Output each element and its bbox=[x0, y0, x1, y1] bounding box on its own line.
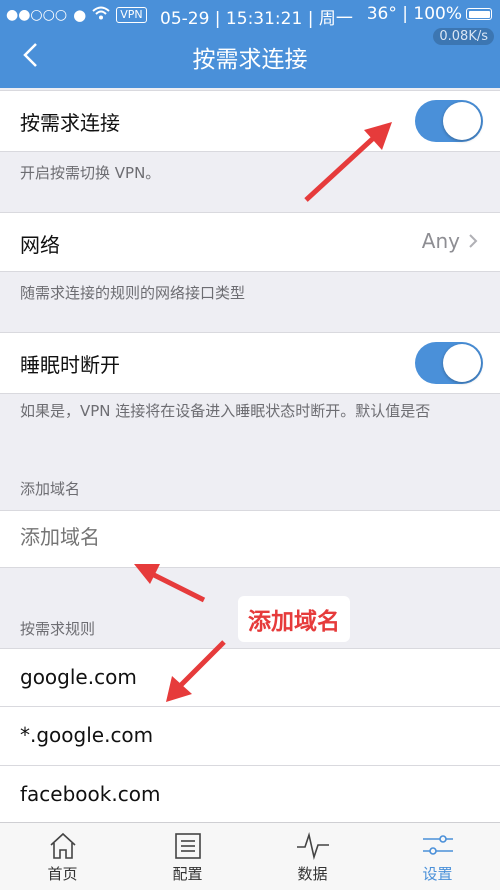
network-label: 网络 bbox=[20, 233, 60, 257]
page-title: 按需求连接 bbox=[192, 47, 308, 73]
temp-battery-text: 36° | 100% bbox=[366, 4, 462, 24]
annotation-callout: 添加域名 bbox=[238, 596, 350, 642]
tab-label: 配置 bbox=[172, 865, 203, 883]
tab-settings[interactable]: 设置 bbox=[375, 823, 500, 890]
battery-icon bbox=[466, 8, 492, 20]
on-demand-row: 按需求连接 bbox=[0, 90, 500, 152]
rule-item[interactable]: facebook.com bbox=[0, 766, 500, 822]
settings-content[interactable]: 按需求连接 开启按需切换 VPN。 网络 Any 随需求连接的规则的网络接口类型… bbox=[0, 88, 500, 822]
list-icon bbox=[174, 833, 201, 859]
network-row[interactable]: 网络 Any bbox=[0, 212, 500, 272]
tab-data[interactable]: 数据 bbox=[250, 823, 375, 890]
apple-icon: ● bbox=[73, 5, 87, 24]
add-domain-row bbox=[0, 510, 500, 568]
tab-label: 数据 bbox=[297, 865, 328, 883]
status-bar: ●●○○○ ● VPN 05-29 | 15:31:21 | 周一 36° | … bbox=[0, 0, 500, 30]
rule-item[interactable]: *.google.com bbox=[0, 707, 500, 766]
sleep-toggle[interactable] bbox=[415, 342, 483, 384]
annotation-arrow bbox=[134, 564, 206, 603]
tab-label: 设置 bbox=[422, 865, 453, 883]
sliders-icon bbox=[422, 835, 453, 855]
annotation-arrow bbox=[166, 640, 226, 702]
tab-config[interactable]: 配置 bbox=[125, 823, 250, 890]
home-icon bbox=[49, 832, 76, 859]
add-domain-header: 添加域名 bbox=[20, 480, 81, 498]
on-demand-label: 按需求连接 bbox=[20, 111, 120, 135]
on-demand-note: 开启按需切换 VPN。 bbox=[20, 164, 161, 182]
sleep-note: 如果是，VPN 连接将在设备进入睡眠状态时断开。默认值是否 bbox=[20, 402, 431, 420]
sleep-label: 睡眠时断开 bbox=[20, 353, 120, 377]
chevron-right-icon bbox=[469, 234, 478, 248]
sleep-row: 睡眠时断开 bbox=[0, 332, 500, 394]
tab-bar: 首页 配置 数据 设置 bbox=[0, 822, 500, 890]
wifi-icon bbox=[92, 5, 110, 24]
pulse-icon bbox=[296, 832, 329, 860]
signal-indicator: ●●○○○ bbox=[6, 6, 68, 23]
add-domain-input[interactable] bbox=[20, 525, 460, 549]
tab-home[interactable]: 首页 bbox=[0, 823, 125, 890]
on-demand-toggle[interactable] bbox=[415, 100, 483, 142]
date-time: 05-29 | 15:31:21 | 周一 bbox=[160, 9, 353, 29]
network-note: 随需求连接的规则的网络接口类型 bbox=[20, 284, 246, 302]
vpn-badge: VPN bbox=[116, 6, 147, 23]
rule-item[interactable]: google.com bbox=[0, 648, 500, 707]
network-value: Any bbox=[421, 229, 460, 253]
top-bar: ●●○○○ ● VPN 05-29 | 15:31:21 | 周一 36° | … bbox=[0, 0, 500, 88]
annotation-arrow bbox=[304, 122, 392, 202]
tab-label: 首页 bbox=[47, 865, 78, 883]
